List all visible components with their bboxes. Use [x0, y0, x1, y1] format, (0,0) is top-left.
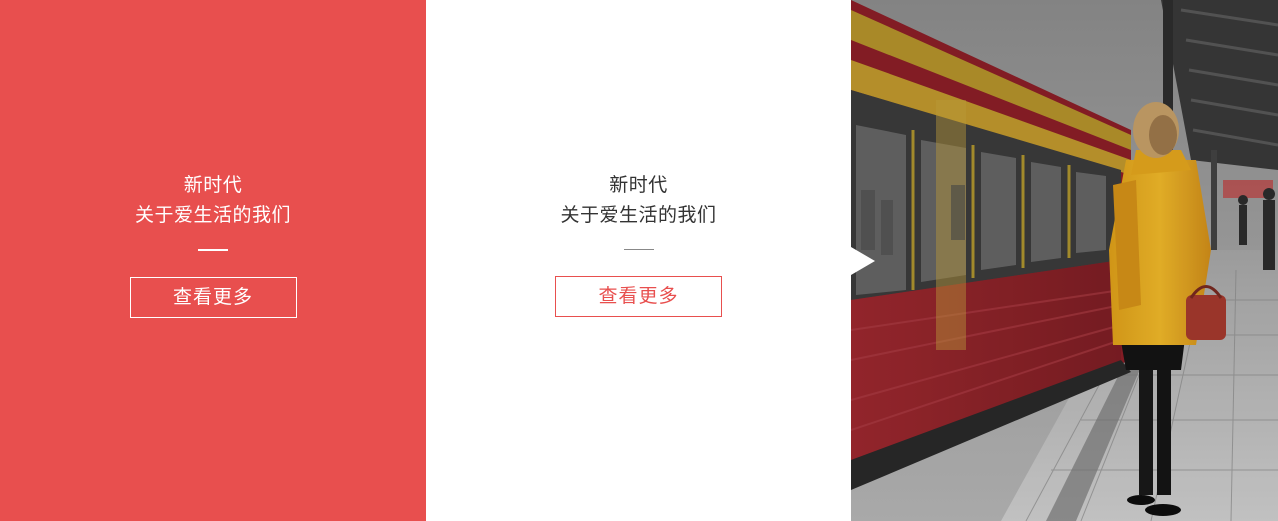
card-subtitle: 关于爱生活的我们 [134, 204, 291, 226]
card-divider [623, 249, 654, 250]
card-content: 新时代 关于爱生活的我们 查看更多 [426, 170, 851, 317]
card-subtitle: 关于爱生活的我们 [560, 204, 717, 226]
card-divider [198, 249, 228, 251]
feature-card-red[interactable]: 新时代 关于爱生活的我们 查看更多 [0, 0, 426, 521]
view-more-button[interactable]: 查看更多 [555, 276, 722, 317]
feature-photo[interactable] [851, 0, 1278, 521]
pointer-arrow-icon [851, 247, 875, 275]
card-title: 新时代 [609, 174, 668, 196]
feature-card-white[interactable]: 新时代 关于爱生活的我们 查看更多 [426, 0, 851, 521]
card-title: 新时代 [183, 174, 243, 196]
train-platform-photo [851, 0, 1278, 521]
card-content: 新时代 关于爱生活的我们 查看更多 [0, 170, 426, 318]
feature-strip: 新时代 关于爱生活的我们 查看更多 新时代 关于爱生活的我们 查看更多 [0, 0, 1278, 521]
view-more-button[interactable]: 查看更多 [129, 277, 297, 318]
